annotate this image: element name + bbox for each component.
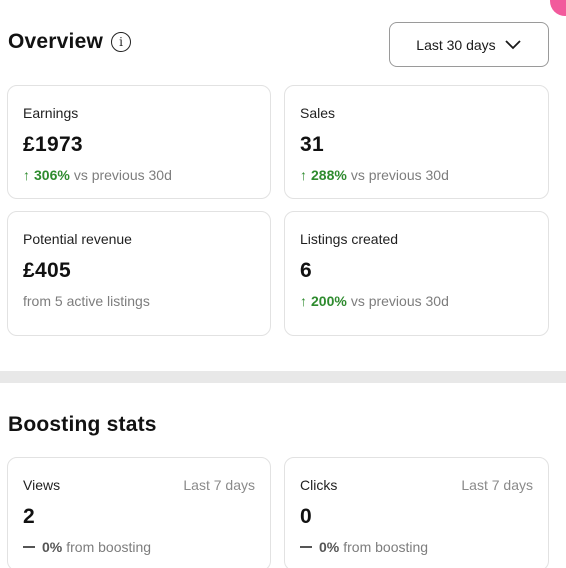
arrow-up-icon: ↑: [300, 167, 307, 183]
arrow-up-icon: ↑: [23, 167, 30, 183]
boosting-stats-title: Boosting stats: [8, 413, 157, 436]
sales-value: 31: [300, 133, 324, 156]
change-percent: 288%: [311, 167, 347, 183]
listings-created-card: Listings created 6 ↑ 200% vs previous 30…: [284, 211, 549, 336]
clicks-change: 0% from boosting: [300, 538, 533, 556]
change-note: from boosting: [343, 539, 429, 555]
earnings-value: £1973: [23, 133, 83, 156]
change-percent: 0%: [319, 539, 340, 555]
earnings-card: Earnings £1973 ↑ 306% vs previous 30d: [7, 85, 271, 199]
chevron-down-icon: [505, 39, 521, 49]
sales-card: Sales 31 ↑ 288% vs previous 30d: [284, 85, 549, 199]
card-label: Earnings: [23, 105, 79, 121]
sales-change: ↑ 288% vs previous 30d: [300, 166, 533, 184]
clicks-card: Clicks Last 7 days 0 0% from boosting: [284, 457, 549, 568]
listings-change: ↑ 200% vs previous 30d: [300, 292, 533, 310]
views-value: 2: [23, 505, 35, 528]
dash-icon: [300, 546, 312, 548]
date-range-label: Last 30 days: [416, 36, 496, 53]
dash-icon: [23, 546, 35, 548]
date-range-dropdown[interactable]: Last 30 days: [389, 22, 549, 67]
listings-created-value: 6: [300, 259, 312, 282]
change-percent: 306%: [34, 167, 70, 183]
card-label: Clicks Last 7 days: [300, 477, 533, 493]
overview-header: Overview i: [8, 30, 131, 54]
views-change: 0% from boosting: [23, 538, 255, 556]
card-label: Listings created: [300, 231, 399, 247]
change-percent: 0%: [42, 539, 63, 555]
card-period: Last 7 days: [461, 477, 533, 493]
change-note: vs previous 30d: [350, 293, 449, 309]
page-title: Overview: [8, 30, 103, 53]
change-percent: 200%: [311, 293, 347, 309]
potential-revenue-card: Potential revenue £405 from 5 active lis…: [7, 211, 271, 336]
info-icon[interactable]: i: [111, 32, 131, 52]
card-label: Views Last 7 days: [23, 477, 255, 493]
earnings-change: ↑ 306% vs previous 30d: [23, 166, 255, 184]
card-label: Sales: [300, 105, 336, 121]
section-divider: [0, 371, 566, 383]
arrow-up-icon: ↑: [300, 293, 307, 309]
change-note: vs previous 30d: [73, 167, 172, 183]
views-card: Views Last 7 days 2 0% from boosting: [7, 457, 271, 568]
card-period: Last 7 days: [183, 477, 255, 493]
corner-accent: [550, 0, 566, 16]
change-note: vs previous 30d: [350, 167, 449, 183]
change-note: from boosting: [66, 539, 152, 555]
potential-revenue-value: £405: [23, 259, 71, 282]
potential-revenue-note: from 5 active listings: [23, 293, 150, 309]
clicks-value: 0: [300, 505, 312, 528]
card-label: Potential revenue: [23, 231, 132, 247]
